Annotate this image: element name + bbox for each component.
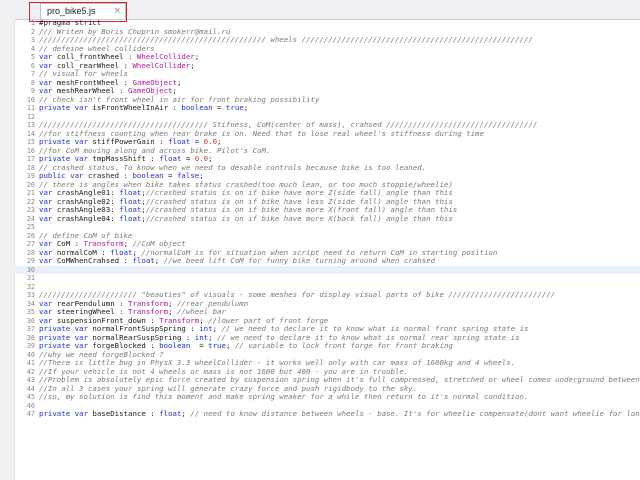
line-number: 14	[26, 129, 35, 138]
line-number: 41	[26, 359, 35, 367]
line-number: 4	[30, 44, 35, 53]
line-number: 5	[30, 53, 35, 61]
line-number: 37	[26, 325, 35, 333]
line-number: 33	[26, 291, 35, 299]
editor-gutter-strip	[0, 19, 15, 480]
line-number: 3	[30, 36, 35, 44]
code-token: =	[212, 103, 226, 112]
line-number: 18	[26, 163, 35, 172]
line-number: 16	[26, 146, 35, 155]
line-number: 34	[26, 299, 35, 308]
line-number: 10	[26, 95, 35, 104]
line-number: 17	[26, 155, 35, 163]
code-token: true	[208, 341, 226, 350]
code-token: var	[39, 256, 57, 265]
line-number: 39	[26, 342, 35, 350]
line-number: 11	[26, 104, 35, 112]
code-token: // variable to lock front forge for fron…	[234, 341, 453, 350]
line-number: 40	[26, 350, 35, 359]
line-number: 46	[26, 401, 35, 410]
code-token: ;	[225, 341, 235, 350]
line-number: 22	[26, 197, 35, 206]
code-token: boolean	[159, 341, 191, 350]
line-number: 8	[30, 78, 35, 87]
tab-pro-bike5[interactable]: pro_bike5.js ×	[40, 3, 126, 19]
code-token: boolean	[181, 103, 213, 112]
code-token: ;	[190, 60, 195, 70]
code-token: CoMWhenCrahsed :	[56, 256, 133, 265]
code-token: ;	[194, 52, 200, 61]
code-text: var crashAngle04: float;//crashed status…	[39, 213, 453, 224]
code-token: float	[132, 256, 155, 265]
code-token: isFrontWheelInAir :	[92, 103, 182, 112]
line-number: 1	[30, 19, 35, 27]
code-text: private var baseDistance : float; // nee…	[39, 409, 640, 419]
line-number: 26	[26, 231, 35, 240]
code-token: ;	[176, 77, 182, 87]
code-token: var	[39, 213, 57, 223]
line-number: 24	[26, 214, 35, 223]
code-line[interactable]: 30	[14, 265, 640, 274]
code-text: var CoMWhenCrahsed : float; //we beed li…	[39, 256, 436, 266]
line-number: 38	[26, 333, 35, 342]
line-number: 2	[30, 27, 35, 36]
line-number: 27	[26, 240, 35, 248]
code-token: float	[119, 213, 142, 223]
line-number: 7	[30, 70, 35, 78]
line-number: 21	[26, 189, 35, 197]
code-line[interactable]: 11 private var isFrontWheelInAir : boolea…	[14, 103, 640, 113]
code-editor[interactable]: 1 #pragma strict 2/// Writen by Boris Chup…	[14, 19, 640, 480]
code-token: ;	[181, 409, 191, 418]
code-token: float	[159, 409, 182, 418]
line-number: 15	[26, 138, 35, 146]
line-number: 19	[26, 172, 35, 180]
line-number: 45	[26, 393, 35, 401]
code-token: crashAngle04:	[56, 213, 120, 223]
code-token: //so, my solution is find this moment an…	[39, 392, 529, 401]
code-line[interactable]: 31	[14, 274, 640, 283]
editor-tab-bar: pro_bike5.js ×	[0, 0, 640, 22]
line-number: 13	[26, 121, 35, 129]
code-line[interactable]: 45 //so, my solution is find this moment …	[14, 392, 640, 402]
code-line[interactable]: 24 var crashAngle04: float;//crashed stat…	[14, 213, 640, 224]
line-number: 28	[26, 248, 35, 257]
line-number: 9	[30, 87, 35, 95]
line-number: 30	[26, 265, 35, 274]
code-text: //so, my solution is find this moment an…	[39, 392, 529, 402]
line-number: 42	[26, 367, 35, 376]
line-number: 32	[26, 282, 35, 291]
line-number: 20	[26, 180, 35, 189]
close-icon[interactable]: ×	[113, 4, 121, 19]
tab-title: pro_bike5.js	[47, 6, 96, 16]
line-number: 6	[30, 61, 35, 70]
line-number: 36	[26, 316, 35, 325]
line-number: 43	[26, 376, 35, 384]
code-line[interactable]: 47 private var baseDistance : float; // n…	[14, 409, 640, 419]
code-token: // need to know distance between wheels …	[190, 409, 640, 418]
code-token: true	[225, 103, 244, 112]
code-token: private var	[39, 409, 93, 418]
code-text: private var isFrontWheelInAir : boolean …	[39, 103, 249, 113]
code-token: //we beed lift CoM for funny bike turnin…	[163, 256, 436, 265]
line-number: 47	[26, 410, 35, 418]
code-token: =	[190, 341, 209, 350]
line-number: 35	[26, 308, 35, 316]
code-token: private var	[39, 103, 93, 112]
code-token: ;	[154, 256, 164, 265]
line-number: 31	[26, 274, 35, 282]
code-token: baseDistance :	[92, 409, 160, 418]
line-number: 44	[26, 384, 35, 393]
line-number: 29	[26, 257, 35, 265]
code-line[interactable]: 29 var CoMWhenCrahsed : float; //we beed …	[14, 256, 640, 266]
line-number: 23	[26, 206, 35, 214]
line-number: 12	[26, 112, 35, 121]
code-token: //crashed status is on if bike have more…	[145, 213, 453, 223]
code-token: ;	[243, 103, 249, 112]
line-number: 25	[26, 223, 35, 231]
code-token: WheelCollider	[132, 60, 191, 70]
